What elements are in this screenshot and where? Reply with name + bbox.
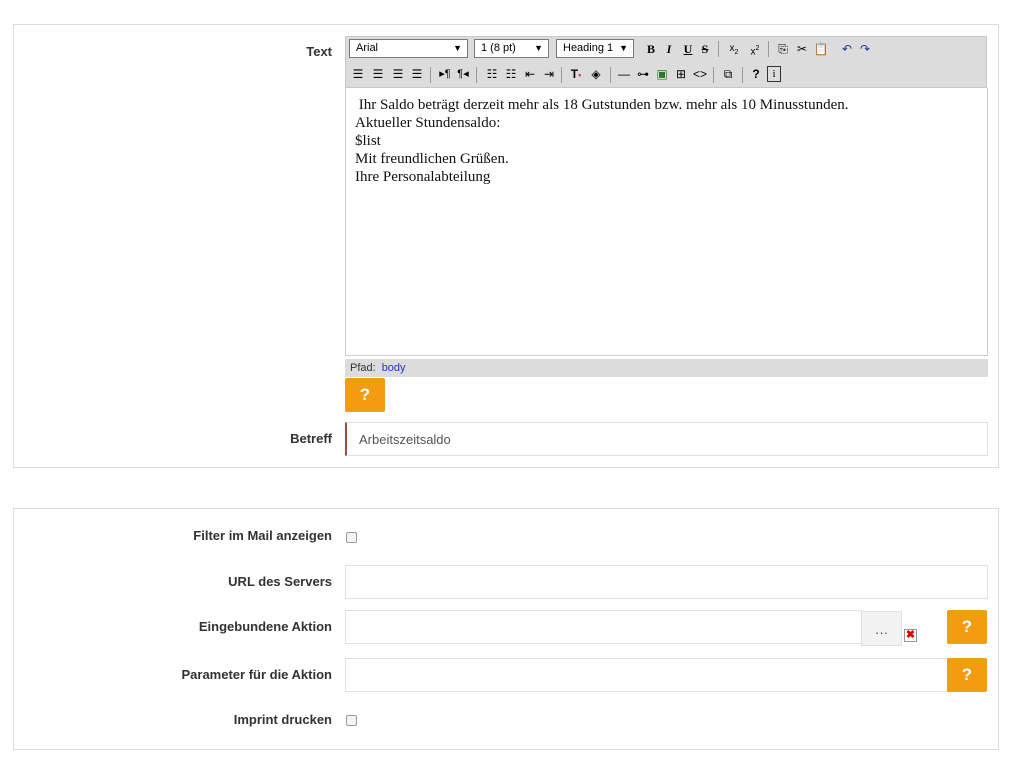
action-params-input[interactable] <box>345 658 948 692</box>
action-params-help-button[interactable]: ? <box>947 658 987 692</box>
help-icon[interactable]: ? <box>750 66 762 82</box>
action-label: Eingebundene Aktion <box>198 619 332 634</box>
path-label: Pfad: <box>350 362 376 374</box>
format-block-select[interactable]: Heading 1 ▼ <box>556 39 634 58</box>
fullscreen-icon[interactable]: ⧉ <box>720 66 736 82</box>
text-color-icon[interactable]: T▪ <box>568 66 584 82</box>
strikethrough-button[interactable]: S <box>699 41 711 57</box>
undo-icon[interactable]: ↶ <box>840 41 854 57</box>
chevron-down-icon: ▼ <box>453 43 462 53</box>
font-family-select[interactable]: Arial ▼ <box>349 39 468 58</box>
link-icon[interactable]: ⊶ <box>635 66 651 82</box>
bold-button[interactable]: B <box>645 41 657 57</box>
text-label: Text <box>306 44 332 59</box>
toolbar-separator <box>768 41 769 57</box>
redo-icon[interactable]: ↷ <box>858 41 872 57</box>
server-url-label: URL des Servers <box>228 574 332 589</box>
rich-text-editor[interactable]: Ihr Saldo beträgt derzeit mehr als 18 Gu… <box>345 88 988 356</box>
font-size-value: 1 (8 pt) <box>481 42 516 54</box>
info-icon[interactable]: i <box>767 66 781 82</box>
font-size-select[interactable]: 1 (8 pt) ▼ <box>474 39 549 58</box>
editor-line: Ihre Personalabteilung <box>355 169 491 185</box>
editor-toolbar: Arial ▼ 1 (8 pt) ▼ Heading 1 ▼ B I U S x… <box>345 36 987 88</box>
server-url-input[interactable] <box>345 565 988 599</box>
format-block-value: Heading 1 <box>563 42 614 54</box>
action-params-label: Parameter für die Aktion <box>181 667 332 682</box>
font-family-value: Arial <box>356 42 379 54</box>
subscript-icon[interactable]: x2 <box>727 41 741 57</box>
toolbar-separator <box>430 67 431 83</box>
chevron-down-icon: ▼ <box>619 43 628 53</box>
toolbar-separator <box>610 67 611 83</box>
table-icon[interactable]: ⊞ <box>673 66 689 82</box>
action-browse-button[interactable]: … <box>861 611 902 646</box>
show-filter-checkbox[interactable] <box>346 532 357 543</box>
editor-line: Ihr Saldo beträgt derzeit mehr als 18 Gu… <box>355 97 849 113</box>
outdent-icon[interactable]: ⇤ <box>522 66 538 82</box>
indent-icon[interactable]: ⇥ <box>541 66 557 82</box>
align-left-icon[interactable]: ☰ <box>351 66 365 82</box>
editor-path-bar: Pfad: body <box>345 359 988 377</box>
editor-line: Aktueller Stundensaldo: <box>355 115 501 131</box>
clear-action-icon[interactable]: ✖ <box>904 629 917 642</box>
horizontal-rule-icon[interactable]: — <box>616 66 632 82</box>
editor-line: $list <box>355 133 381 149</box>
unordered-list-icon[interactable]: ☷ <box>503 66 519 82</box>
italic-button[interactable]: I <box>664 41 674 57</box>
imprint-checkbox[interactable] <box>346 715 357 726</box>
show-filter-label: Filter im Mail anzeigen <box>193 528 332 543</box>
toolbar-separator <box>476 67 477 83</box>
subject-label: Betreff <box>290 431 332 446</box>
paste-icon[interactable]: 📋 <box>813 41 829 57</box>
imprint-label: Imprint drucken <box>233 712 332 727</box>
subject-input[interactable]: Arbeitszeitsaldo <box>345 422 988 456</box>
path-body-link[interactable]: body <box>382 362 406 374</box>
ltr-icon[interactable]: ▸¶ <box>438 66 452 82</box>
ordered-list-icon[interactable]: ☷ <box>484 66 500 82</box>
rtl-icon[interactable]: ¶◂ <box>456 66 470 82</box>
image-icon[interactable]: ▣ <box>654 66 670 82</box>
align-center-icon[interactable]: ☰ <box>371 66 385 82</box>
action-help-button[interactable]: ? <box>947 610 987 644</box>
toolbar-separator <box>713 67 714 83</box>
superscript-icon[interactable]: x2 <box>748 41 762 57</box>
chevron-down-icon: ▼ <box>534 43 543 53</box>
source-code-icon[interactable]: <> <box>692 66 708 82</box>
background-color-icon[interactable]: ◈ <box>588 66 604 82</box>
align-right-icon[interactable]: ☰ <box>391 66 405 82</box>
text-help-button[interactable]: ? <box>345 378 385 412</box>
cut-icon[interactable]: ✂ <box>795 41 809 57</box>
editor-line: Mit freundlichen Grüßen. <box>355 151 509 167</box>
underline-button[interactable]: U <box>682 41 694 57</box>
toolbar-separator <box>742 67 743 83</box>
toolbar-separator <box>561 67 562 83</box>
action-input[interactable] <box>345 610 862 644</box>
align-justify-icon[interactable]: ☰ <box>410 66 424 82</box>
copy-icon[interactable]: ⎘ <box>775 41 791 57</box>
subject-value: Arbeitszeitsaldo <box>359 432 451 447</box>
toolbar-separator <box>718 41 719 57</box>
